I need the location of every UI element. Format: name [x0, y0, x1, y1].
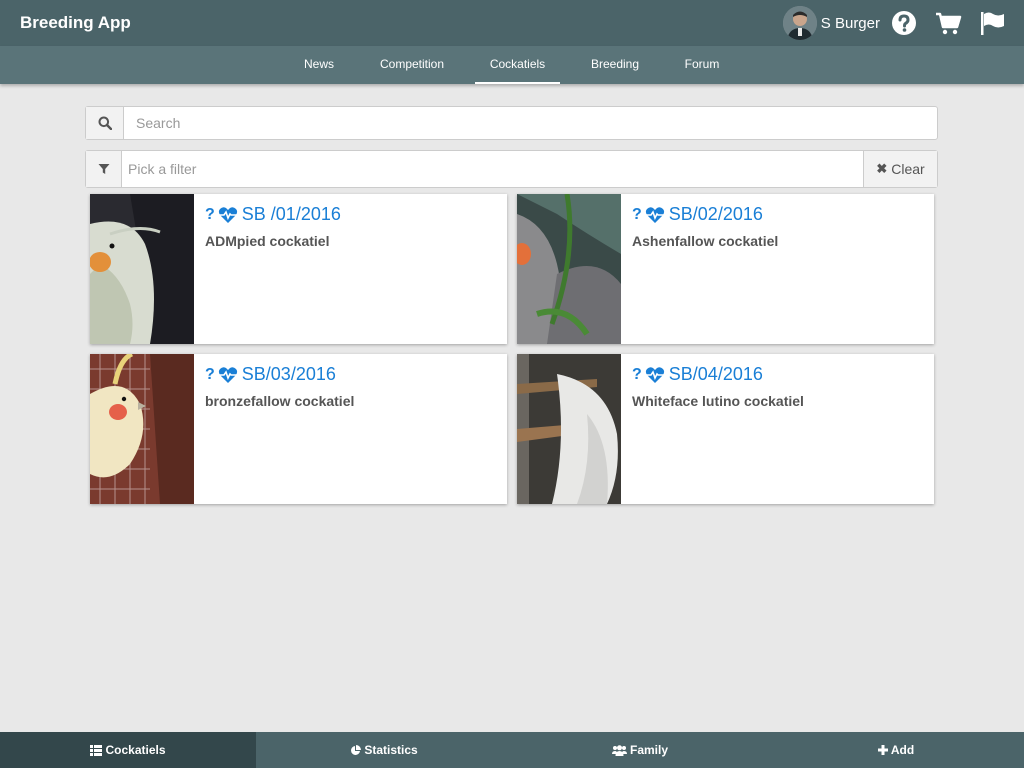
- question-icon: ?: [205, 205, 215, 223]
- bottom-tab-family[interactable]: Family: [512, 732, 768, 768]
- close-icon: ✖: [876, 161, 888, 176]
- cockatiel-id[interactable]: SB/02/2016: [669, 204, 763, 225]
- bottom-tab-statistics[interactable]: Statistics: [256, 732, 512, 768]
- user-name: S Burger: [820, 14, 880, 32]
- bottom-tab-label: Cockatiels: [105, 743, 166, 757]
- bottom-tab-label: Add: [890, 743, 915, 757]
- search-bar: [85, 106, 938, 140]
- bottom-tab-add[interactable]: Add: [768, 732, 1024, 768]
- list-icon: [90, 744, 103, 756]
- heartbeat-icon: [218, 206, 237, 223]
- bottom-tab-cockatiels[interactable]: Cockatiels: [0, 732, 256, 768]
- cockatiel-card[interactable]: ? SB /01/2016 ADMpied cockatiel: [90, 194, 507, 344]
- bottom-tab-label: Statistics: [364, 743, 418, 757]
- avatar: [782, 6, 817, 40]
- tab-news[interactable]: News: [290, 46, 348, 84]
- cockatiel-photo: [90, 194, 194, 344]
- tab-breeding[interactable]: Breeding: [580, 46, 650, 84]
- plus-icon: [877, 745, 888, 755]
- cockatiel-photo: [517, 194, 621, 344]
- tab-cockatiels[interactable]: Cockatiels: [475, 46, 560, 84]
- cockatiel-name: bronzefallow cockatiel: [205, 393, 355, 409]
- clear-button[interactable]: ✖ Clear: [863, 151, 937, 187]
- filter-icon: [86, 151, 122, 187]
- cockatiel-name: ADMpied cockatiel: [205, 233, 330, 249]
- question-icon: ?: [632, 365, 642, 383]
- heartbeat-icon: [645, 366, 664, 383]
- top-bar: Breeding App S Burger: [0, 0, 1024, 46]
- search-icon: [86, 107, 124, 139]
- nav-bar: News Competition Cockatiels Breeding For…: [0, 46, 1024, 84]
- user-menu[interactable]: S Burger: [782, 6, 880, 40]
- tab-forum[interactable]: Forum: [672, 46, 732, 84]
- question-icon: ?: [632, 205, 642, 223]
- cockatiel-card[interactable]: ? SB/04/2016 Whiteface lutino cockatiel: [517, 354, 934, 504]
- filter-bar: ✖ Clear: [85, 150, 938, 188]
- cockatiel-id[interactable]: SB /01/2016: [242, 204, 341, 225]
- filter-input[interactable]: [122, 151, 863, 187]
- app-title: Breeding App: [20, 13, 131, 32]
- pie-chart-icon: [351, 744, 362, 755]
- cockatiel-id[interactable]: SB/04/2016: [669, 364, 763, 385]
- clear-button-label: Clear: [891, 161, 925, 177]
- flag-icon[interactable]: [978, 9, 1006, 37]
- cockatiel-photo: [517, 354, 621, 504]
- cockatiel-card[interactable]: ? SB/03/2016 bronzefallow cockatiel: [90, 354, 507, 504]
- cockatiel-id[interactable]: SB/03/2016: [242, 364, 336, 385]
- help-icon[interactable]: [890, 9, 918, 37]
- heartbeat-icon: [645, 206, 664, 223]
- tab-competition[interactable]: Competition: [368, 46, 456, 84]
- bottom-bar: Cockatiels Statistics Family Add: [0, 732, 1024, 768]
- cockatiel-name: Whiteface lutino cockatiel: [632, 393, 804, 409]
- users-icon: [611, 744, 627, 756]
- cockatiel-name: Ashenfallow cockatiel: [632, 233, 779, 249]
- cockatiel-card[interactable]: ? SB/02/2016 Ashenfallow cockatiel: [517, 194, 934, 344]
- heartbeat-icon: [218, 366, 237, 383]
- cockatiel-photo: [90, 354, 194, 504]
- bottom-tab-label: Family: [629, 743, 668, 757]
- question-icon: ?: [205, 365, 215, 383]
- search-input[interactable]: [124, 107, 937, 139]
- cart-icon[interactable]: [934, 9, 962, 37]
